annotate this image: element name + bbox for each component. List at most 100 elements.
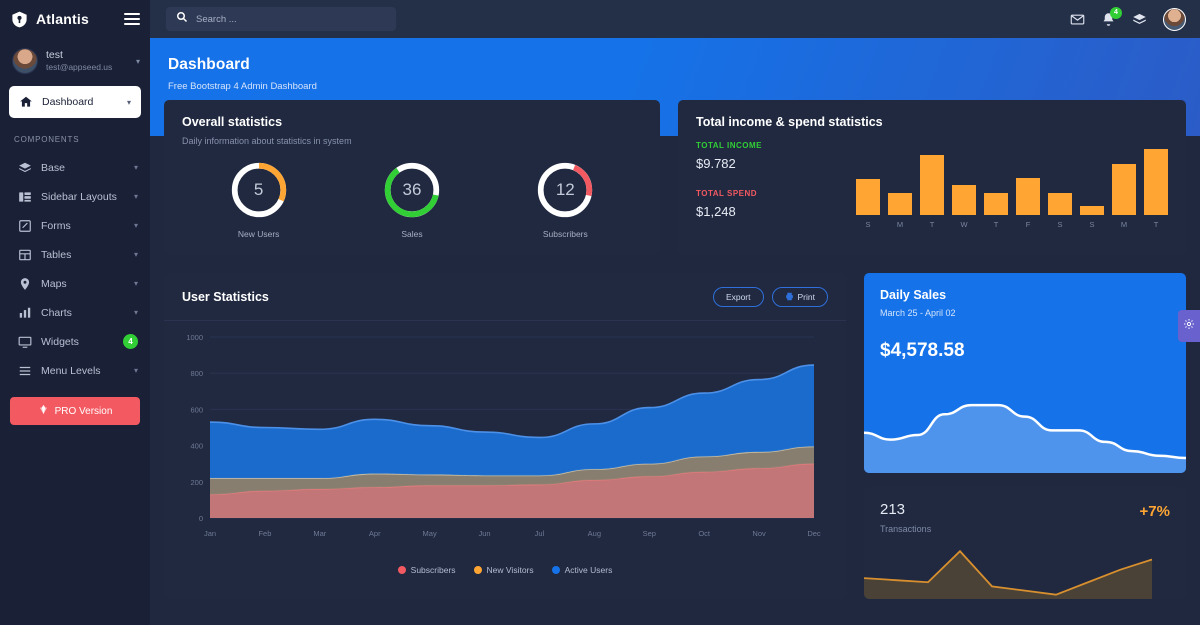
income-bar-chart: SMTWTFSSMT (846, 141, 1168, 229)
bar-label: T (993, 220, 999, 229)
bar (952, 185, 976, 215)
total-spend-value: $1,248 (696, 204, 736, 219)
chevron-down-icon[interactable]: ▾ (134, 192, 138, 201)
bar-column: T (1144, 141, 1168, 229)
charts-row: User Statistics Export Print 0 200 400 6… (164, 273, 1186, 599)
chevron-down-icon[interactable]: ▾ (134, 163, 138, 172)
sidebar-item-menu-levels[interactable]: Menu Levels ▾ (0, 356, 150, 385)
bar-label: T (1153, 220, 1159, 229)
svg-text:Jul: Jul (535, 529, 545, 538)
donut-value: 5 (253, 180, 264, 199)
export-button[interactable]: Export (712, 287, 764, 307)
legend-label: New Visitors (486, 565, 534, 575)
status-badge: 4 (123, 334, 138, 349)
transactions-label: Transactions (880, 524, 932, 534)
search-input[interactable]: Search ... (166, 7, 396, 31)
bar-label: W (960, 220, 968, 229)
total-spend-label: TOTAL SPEND (696, 189, 758, 198)
bar-column: S (856, 141, 880, 229)
legend-item: Active Users (551, 565, 612, 575)
export-label: Export (725, 292, 751, 302)
card-title: User Statistics (182, 290, 269, 304)
bar-column: T (984, 141, 1008, 229)
donut-value: 12 (555, 180, 575, 199)
mail-icon[interactable] (1070, 12, 1085, 27)
settings-tab-button[interactable] (1178, 310, 1200, 342)
bell-icon[interactable]: 4 (1101, 6, 1122, 27)
sidebar-item-dashboard[interactable]: Dashboard ▾ (9, 86, 141, 118)
sidebar-item-tables[interactable]: Tables ▾ (0, 240, 150, 269)
legend-item: Subscribers (397, 565, 456, 575)
bar-column: S (1048, 141, 1072, 229)
chevron-down-icon[interactable]: ▾ (134, 221, 138, 230)
user-email: test@appseed.us (46, 62, 113, 73)
user-statistics-card: User Statistics Export Print 0 200 400 6… (164, 273, 846, 599)
svg-text:Apr: Apr (369, 529, 381, 538)
sidebar-item-widgets[interactable]: Widgets 4 (0, 327, 150, 356)
chevron-down-icon[interactable]: ▾ (134, 250, 138, 259)
chart-icon (18, 306, 32, 320)
chevron-down-icon[interactable]: ▾ (134, 366, 138, 375)
bar (1016, 177, 1040, 215)
daily-sales-amount: $4,578.58 (880, 340, 965, 361)
card-title: Daily Sales (880, 288, 947, 302)
sidebar-item-sidebar-layouts[interactable]: Sidebar Layouts ▾ (0, 182, 150, 211)
dashboard-content: Overall statistics Daily information abo… (150, 100, 1200, 599)
sidebar-item-label: Forms (41, 219, 71, 232)
sidebar-item-forms[interactable]: Forms ▾ (0, 211, 150, 240)
sidebar-user-block[interactable]: test test@appseed.us ▾ (0, 38, 150, 86)
svg-text:0: 0 (199, 514, 203, 523)
total-income-label: TOTAL INCOME (696, 141, 762, 150)
sidebar-logo-row: Atlantis (0, 0, 150, 38)
donut-subscribers: 12 Subscribers (489, 160, 642, 239)
income-spend-card: Total income & spend statistics TOTAL IN… (678, 100, 1186, 255)
bar-label: S (1089, 220, 1095, 229)
legend-item: New Visitors (473, 565, 534, 575)
search-placeholder: Search ... (196, 13, 237, 25)
sidebar-item-label: Tables (41, 248, 72, 261)
avatar[interactable] (1163, 7, 1186, 31)
bar-column: M (888, 141, 912, 229)
sidebar-item-charts[interactable]: Charts ▾ (0, 298, 150, 327)
chevron-down-icon[interactable]: ▾ (136, 57, 140, 66)
sidebar-item-label: Maps (41, 277, 67, 290)
page-title: Dashboard (168, 56, 250, 73)
svg-text:Jun: Jun (478, 529, 490, 538)
donut-sales: 36 Sales (335, 160, 488, 239)
svg-text:Mar: Mar (313, 529, 326, 538)
sidebar-item-maps[interactable]: Maps ▾ (0, 269, 150, 298)
legend-label: Subscribers (410, 565, 456, 575)
bar (1048, 193, 1072, 215)
svg-text:600: 600 (190, 405, 203, 414)
donut-label: New Users (237, 229, 280, 239)
svg-text:800: 800 (190, 369, 203, 378)
bar (1112, 164, 1136, 215)
bar (920, 155, 944, 215)
pro-version-label: PRO Version (54, 405, 113, 417)
pro-version-button[interactable]: PRO Version (10, 397, 140, 425)
transactions-value: 213 (880, 501, 906, 518)
chevron-down-icon[interactable]: ▾ (127, 98, 131, 107)
sidebar-item-base[interactable]: Base ▾ (0, 153, 150, 182)
sidebar-item-label: Menu Levels (41, 364, 101, 377)
chevron-down-icon[interactable]: ▾ (134, 279, 138, 288)
layers-icon[interactable] (1132, 12, 1147, 27)
print-button[interactable]: Print (771, 287, 828, 307)
search-icon (176, 10, 188, 28)
chevron-down-icon[interactable]: ▾ (134, 308, 138, 317)
hamburger-icon[interactable] (124, 13, 140, 25)
bar-label: F (1025, 220, 1031, 229)
svg-text:Feb: Feb (258, 529, 271, 538)
layers-icon (18, 161, 32, 175)
table-icon (18, 248, 32, 262)
brand-name: Atlantis (36, 11, 89, 27)
user-name: test (46, 49, 63, 62)
transactions-card: 213 Transactions +7% (864, 487, 1186, 599)
transactions-percent: +7% (1139, 503, 1170, 520)
stacked-area-chart: 0 200 400 600 800 1000 Jan Feb Mar Apr May Jun Jul Au… (186, 333, 821, 538)
bar-label: M (1120, 220, 1128, 229)
bar-label: T (929, 220, 935, 229)
transactions-sparkline (864, 549, 1153, 599)
date-range: March 25 - April 02 (880, 308, 956, 318)
map-pin-icon (18, 277, 32, 291)
